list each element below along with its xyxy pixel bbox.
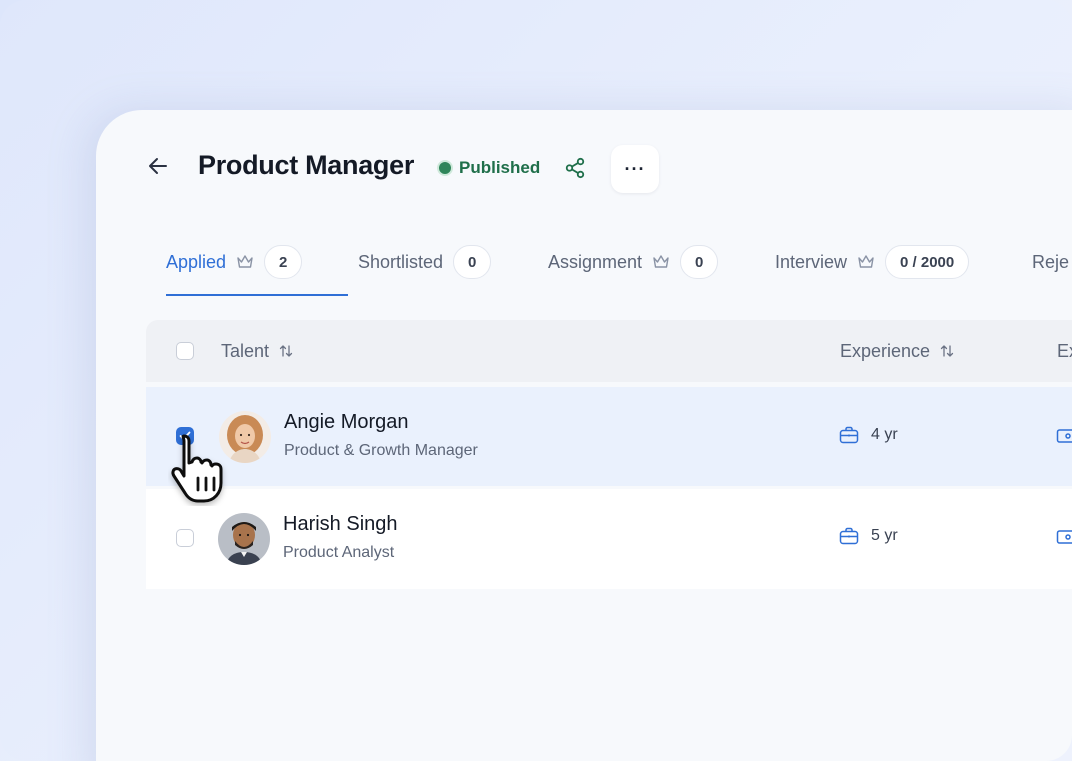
briefcase-icon bbox=[839, 426, 859, 444]
share-icon[interactable] bbox=[564, 157, 586, 179]
tab-rejected[interactable]: Reje bbox=[1032, 238, 1069, 286]
briefcase-icon bbox=[839, 527, 859, 545]
hand-pointer-icon bbox=[171, 434, 223, 503]
tab-label: Interview bbox=[775, 251, 848, 272]
tab-label: Assignment bbox=[548, 251, 643, 272]
sort-icon[interactable] bbox=[279, 344, 293, 358]
background-frame: Product Manager Published ··· Applied 2 bbox=[0, 0, 1072, 761]
count-badge: 0 bbox=[453, 245, 492, 279]
wallet-icon bbox=[1056, 429, 1072, 443]
column-label: Ex bbox=[1057, 340, 1072, 361]
tab-interview[interactable]: Interview 0 / 2000 bbox=[775, 238, 970, 286]
count-badge: 0 / 2000 bbox=[885, 245, 970, 279]
tab-label: Applied bbox=[166, 251, 227, 272]
talent-name[interactable]: Harish Singh bbox=[283, 513, 398, 536]
crown-icon bbox=[653, 255, 669, 268]
column-label: Experience bbox=[840, 340, 931, 361]
tab-applied[interactable]: Applied 2 bbox=[166, 238, 349, 296]
select-all-cell bbox=[176, 320, 194, 382]
crown-icon bbox=[237, 255, 253, 268]
status-dot-icon bbox=[439, 162, 451, 174]
wallet-icon bbox=[1056, 530, 1072, 544]
avatar bbox=[218, 513, 270, 565]
sort-icon[interactable] bbox=[940, 344, 954, 358]
select-all-checkbox[interactable] bbox=[176, 342, 194, 360]
experience-value: 4 yr bbox=[871, 426, 898, 443]
tab-label: Reje bbox=[1032, 251, 1070, 272]
crown-icon bbox=[858, 255, 874, 268]
more-icon: ··· bbox=[624, 158, 646, 179]
column-extra[interactable]: Ex bbox=[1057, 320, 1072, 382]
tab-shortlisted[interactable]: Shortlisted 0 bbox=[358, 238, 492, 286]
experience-cell: 5 yr bbox=[839, 527, 898, 545]
column-experience[interactable]: Experience bbox=[840, 320, 954, 382]
job-detail-panel: Product Manager Published ··· Applied 2 bbox=[96, 110, 1072, 761]
talent-role: Product & Growth Manager bbox=[284, 442, 478, 459]
stage-tabs: Applied 2 Shortlisted 0 Assignment 0 Int… bbox=[146, 238, 1072, 296]
tab-assignment[interactable]: Assignment 0 bbox=[548, 238, 719, 286]
experience-cell: 4 yr bbox=[839, 426, 898, 444]
column-label: Talent bbox=[221, 340, 270, 361]
table-row[interactable]: Harish Singh Product Analyst 5 yr bbox=[146, 489, 1072, 589]
table-row[interactable]: Angie Morgan Product & Growth Manager 4 … bbox=[146, 387, 1072, 486]
count-badge: 2 bbox=[264, 245, 303, 279]
status-badge: Published bbox=[439, 158, 540, 178]
tab-label: Shortlisted bbox=[358, 251, 444, 272]
table-header: Talent Experience Ex bbox=[146, 320, 1072, 382]
count-badge: 0 bbox=[680, 245, 719, 279]
row-checkbox[interactable] bbox=[176, 529, 194, 547]
talent-role: Product Analyst bbox=[283, 544, 395, 561]
arrow-left-icon[interactable] bbox=[146, 154, 170, 178]
experience-value: 5 yr bbox=[871, 527, 898, 544]
page-title: Product Manager bbox=[198, 150, 415, 180]
status-label: Published bbox=[459, 158, 541, 177]
more-options-button[interactable]: ··· bbox=[611, 145, 659, 193]
talent-name[interactable]: Angie Morgan bbox=[284, 411, 409, 434]
column-talent[interactable]: Talent bbox=[221, 320, 293, 382]
